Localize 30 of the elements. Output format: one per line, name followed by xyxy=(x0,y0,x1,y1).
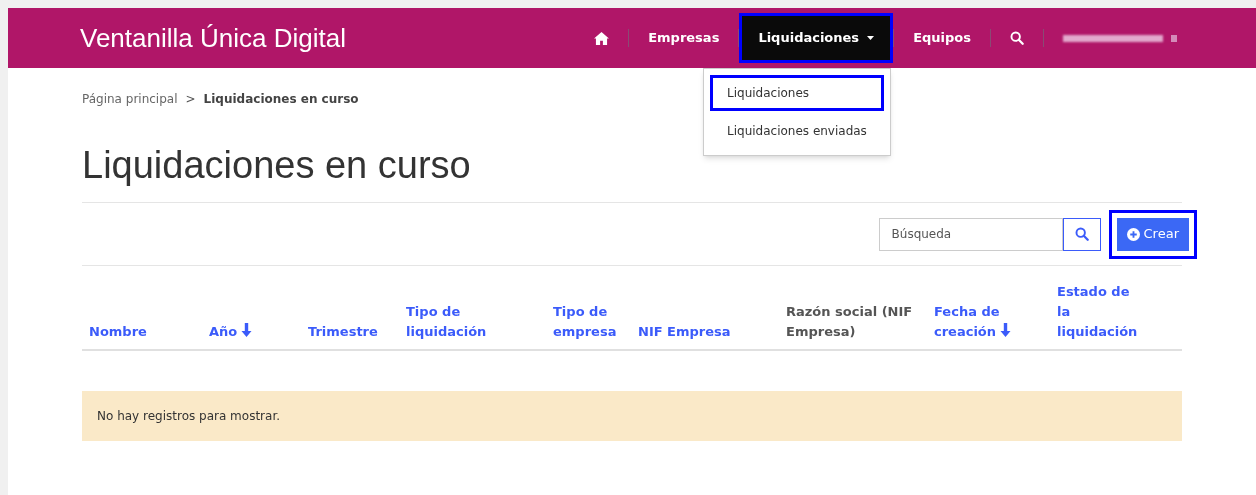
search-icon xyxy=(1074,227,1089,241)
column-header[interactable]: Nombre xyxy=(89,322,195,342)
sort-arrow-icon xyxy=(241,323,253,337)
home-icon xyxy=(594,31,610,45)
menu-item[interactable]: Liquidaciones enviadas xyxy=(710,113,884,149)
site-title[interactable]: Ventanilla Única Digital xyxy=(80,18,346,58)
column-header[interactable]: Tipo de empresa xyxy=(553,302,624,342)
breadcrumb-link[interactable]: Página principal xyxy=(82,90,178,108)
plus-circle-icon xyxy=(1126,227,1140,241)
search-field[interactable]: Búsqueda xyxy=(878,217,1063,251)
column-header[interactable]: NIF Empresa xyxy=(638,322,772,342)
empty-notice: No hay registros para mostrar. xyxy=(82,391,1182,441)
column-header: Razón social (NIF Empresa) xyxy=(786,303,914,341)
column-header[interactable]: Estado de la liquidación xyxy=(1057,282,1143,342)
nav-link[interactable]: Empresas xyxy=(629,13,739,63)
column-header[interactable]: Fecha de creación xyxy=(934,302,1043,342)
nav-link[interactable]: Equipos xyxy=(894,13,990,63)
caret-icon xyxy=(867,36,875,40)
column-header[interactable]: Trimestre xyxy=(308,322,392,342)
column-header[interactable]: Año xyxy=(209,322,294,342)
breadcrumb-separator: > xyxy=(185,91,196,108)
search-icon xyxy=(1010,31,1024,45)
breadcrumb-current: Liquidaciones en curso xyxy=(203,91,359,108)
sort-arrow-icon xyxy=(1000,323,1012,337)
create-button[interactable]: Crear xyxy=(1116,217,1189,251)
column-header[interactable]: Tipo de liquidación xyxy=(406,302,539,342)
nav-dropdown[interactable]: Liquidaciones xyxy=(739,13,894,63)
menu-item[interactable]: Liquidaciones xyxy=(710,75,884,111)
search-button[interactable] xyxy=(1062,217,1101,251)
page-title: Liquidaciones en curso xyxy=(82,146,472,184)
